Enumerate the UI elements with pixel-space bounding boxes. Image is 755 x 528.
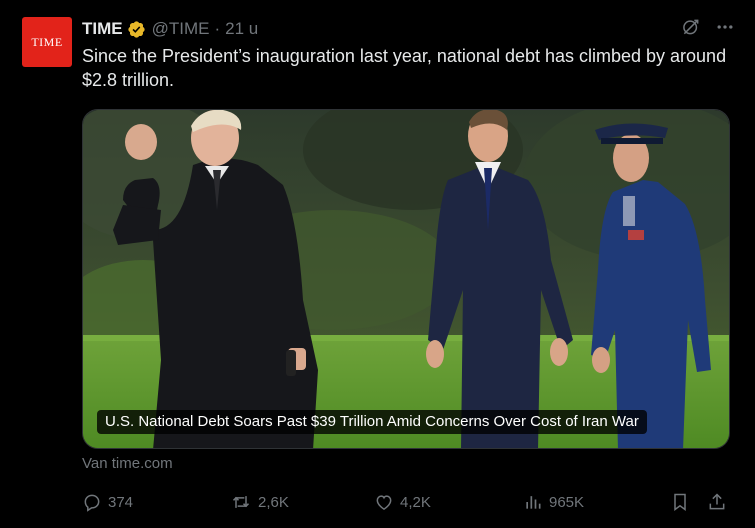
card-caption: U.S. National Debt Soars Past $39 Trilli… [97,410,647,434]
reply-count: 374 [108,493,134,511]
like-count: 4,2K [400,493,431,511]
views-count: 965K [549,493,585,511]
verified-badge-icon [127,20,146,39]
timestamp[interactable]: 21 u [225,19,258,39]
card-source[interactable]: Van time.com [82,455,173,472]
reply-icon [84,494,100,512]
avatar-logo-text: TIME [31,34,63,49]
display-name[interactable]: TIME [82,19,123,39]
bookmark-icon [674,493,686,511]
news-photo [83,110,729,448]
separator-dot: · [214,19,221,38]
tweet[interactable]: TIME TIME @TIME · 21 u Since the Preside… [0,0,755,528]
tweet-header: TIME @TIME · 21 u [82,17,735,41]
handle[interactable]: @TIME [152,19,210,39]
views-button[interactable]: 965K [523,488,584,516]
tweet-text: Since the President’s inauguration last … [82,46,727,90]
grok-icon[interactable] [681,17,701,37]
repost-count: 2,6K [258,493,289,511]
header-actions [681,17,735,37]
repost-icon [232,496,250,508]
views-icon [526,496,541,509]
more-icon[interactable] [715,17,735,37]
reply-button[interactable]: 374 [82,488,133,516]
avatar[interactable]: TIME [22,17,72,67]
action-bar: 374 2,6K 4,2K 965K [82,488,732,516]
share-icon [709,493,725,510]
heart-icon [376,495,392,510]
share-button[interactable] [707,488,727,516]
bookmark-button[interactable] [670,488,690,516]
repost-button[interactable]: 2,6K [230,488,289,516]
link-card-image[interactable]: U.S. National Debt Soars Past $39 Trilli… [82,109,730,449]
like-button[interactable]: 4,2K [374,488,431,516]
